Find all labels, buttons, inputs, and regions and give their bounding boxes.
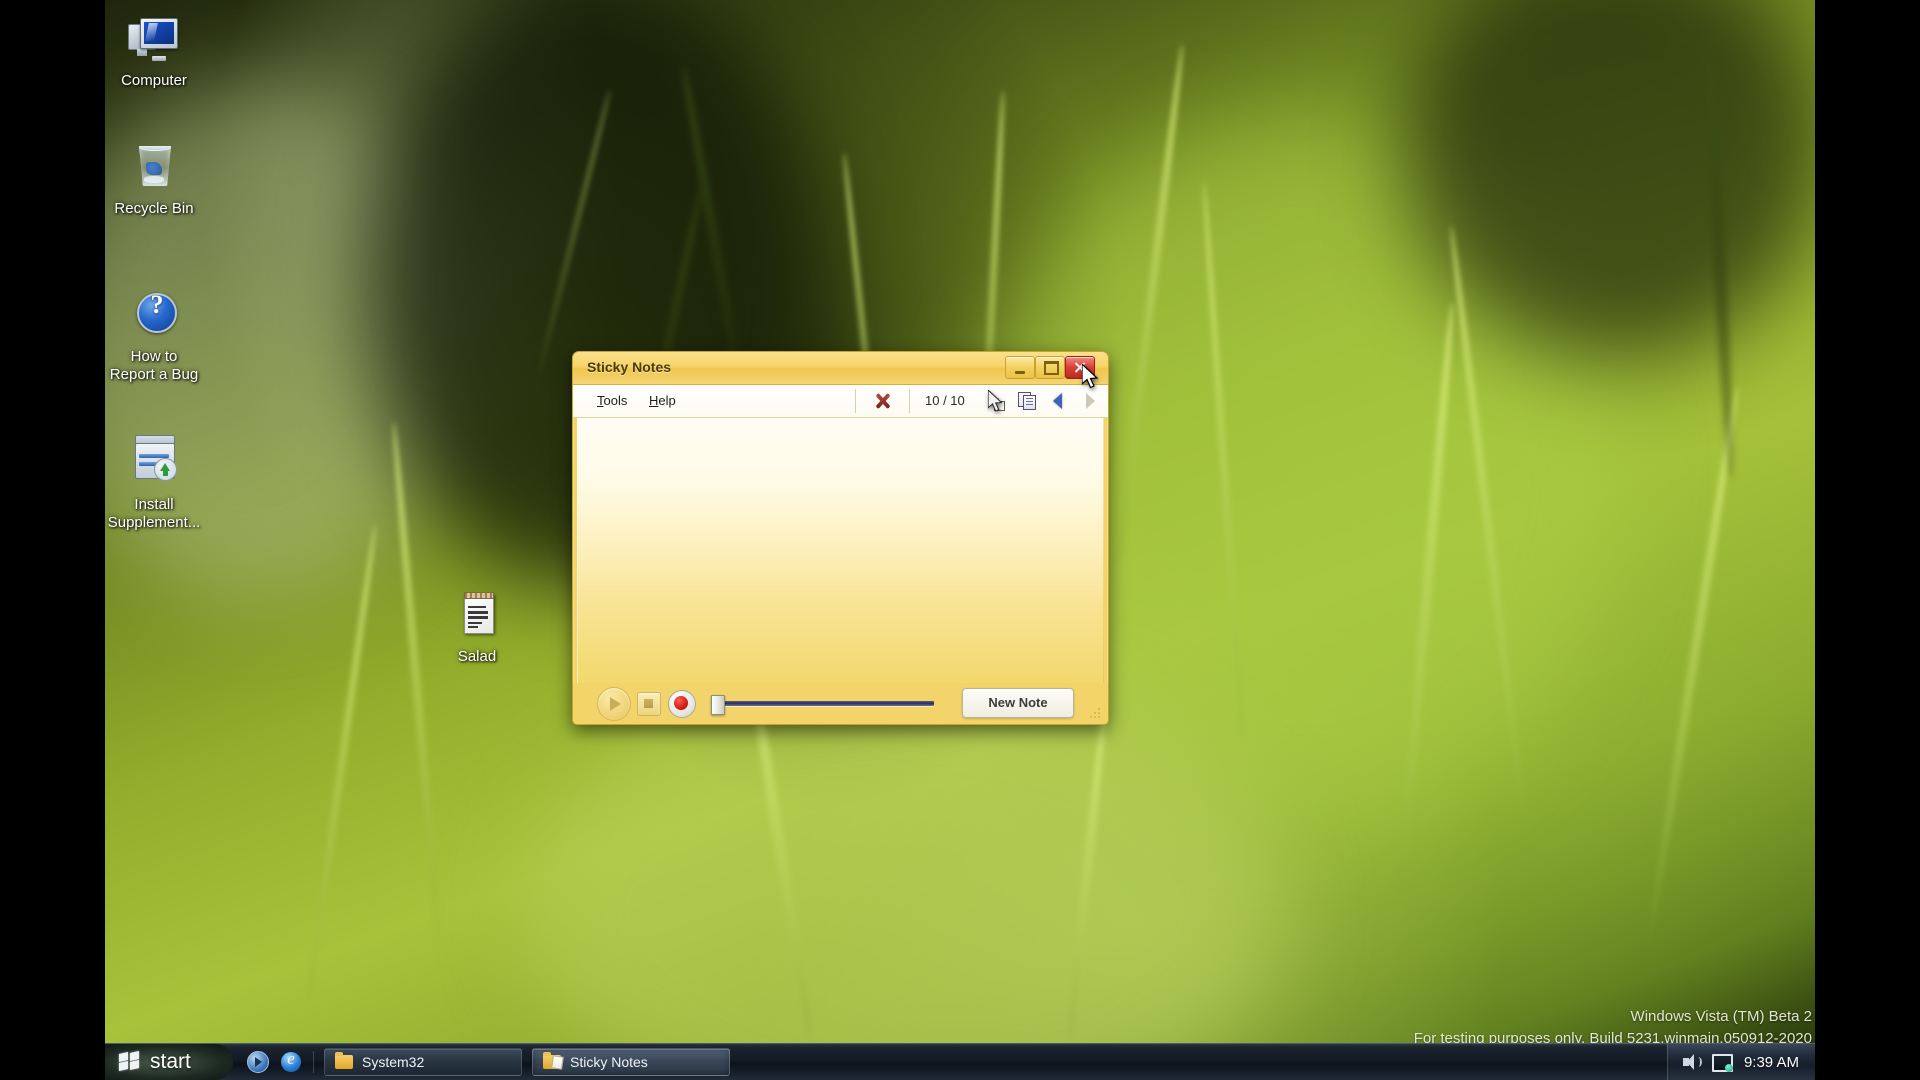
start-button-label: start	[150, 1050, 191, 1074]
desktop-icon-how-to-report-a-bug[interactable]: How to Report a Bug	[95, 292, 213, 384]
taskbar-button-system32[interactable]: System32	[324, 1048, 522, 1076]
desktop-icon-salad[interactable]: Salad	[418, 592, 536, 666]
toolbar-separator-2	[909, 389, 910, 413]
minimize-icon	[1006, 357, 1034, 378]
menu-item-help[interactable]: Help	[649, 393, 676, 408]
sticky-notes-window[interactable]: Sticky Notes Tools Help 10 / 10	[572, 351, 1109, 725]
menu-toolbar[interactable]: Tools Help 10 / 10	[573, 385, 1108, 418]
text-document-icon	[449, 592, 505, 642]
taskbar-clock[interactable]: 9:39 AM	[1744, 1054, 1799, 1071]
system-tray: 9:39 AM	[1667, 1044, 1815, 1080]
network-monitor-icon[interactable]	[1712, 1054, 1732, 1071]
taskbar-button-sticky-notes[interactable]: Sticky Notes	[532, 1048, 730, 1076]
delete-red-x-icon[interactable]	[872, 392, 894, 410]
select-pointer-icon[interactable]	[985, 391, 1007, 411]
desktop-screen: Computer Recycle Bin How to Report a Bug…	[0, 0, 1920, 1080]
play-button[interactable]	[597, 687, 631, 721]
start-button[interactable]: start	[105, 1044, 233, 1080]
window-title: Sticky Notes	[587, 359, 671, 375]
playback-slider[interactable]	[711, 696, 936, 710]
menu-item-tools[interactable]: Tools	[597, 393, 627, 408]
quick-launch-bar	[247, 1051, 314, 1073]
desktop-icon-label-line2: Report a Bug	[95, 366, 213, 384]
internet-explorer-icon[interactable]	[281, 1052, 301, 1072]
install-package-icon	[126, 440, 182, 490]
taskbar: start System32 Sticky Notes 9:39 AM	[105, 1043, 1815, 1080]
playback-toolbar: New Note	[573, 683, 1108, 725]
copy-icon[interactable]	[1017, 391, 1039, 411]
slider-track	[717, 701, 934, 706]
slider-thumb[interactable]	[711, 695, 725, 715]
recycle-bin-icon	[126, 144, 182, 194]
computer-icon	[126, 16, 182, 66]
folder-icon	[335, 1055, 353, 1069]
desktop-icon-label-line1: Install	[95, 496, 213, 514]
taskbar-button-label: Sticky Notes	[570, 1054, 648, 1070]
close-button[interactable]	[1065, 356, 1095, 379]
next-arrow-icon	[1077, 391, 1099, 411]
desktop-icon-label: Computer	[95, 72, 213, 90]
windows-flag-icon	[119, 1052, 141, 1072]
sticky-notes-icon	[543, 1055, 561, 1069]
record-button[interactable]	[668, 690, 696, 718]
taskbar-button-label: System32	[362, 1054, 424, 1070]
desktop-icon-label: Salad	[418, 648, 536, 666]
close-icon	[1066, 357, 1094, 378]
desktop-icon-recycle-bin[interactable]: Recycle Bin	[95, 144, 213, 218]
minimize-button[interactable]	[1005, 356, 1035, 379]
note-text-area[interactable]	[577, 418, 1104, 683]
desktop-icon-install-supplement[interactable]: Install Supplement...	[95, 440, 213, 532]
desktop-icon-label-line2: Supplement...	[95, 514, 213, 532]
resize-grip[interactable]	[1088, 706, 1102, 720]
menu-item-tools-rest: ools	[604, 393, 628, 408]
maximize-icon	[1036, 357, 1064, 378]
desktop-icon-computer[interactable]: Computer	[95, 16, 213, 90]
note-counter: 10 / 10	[925, 393, 965, 408]
stop-button[interactable]	[637, 692, 661, 716]
help-question-icon	[126, 292, 182, 342]
windows-media-player-icon[interactable]	[247, 1051, 269, 1073]
desktop-icon-label-line1: How to	[95, 348, 213, 366]
volume-speaker-icon[interactable]	[1682, 1054, 1700, 1070]
previous-arrow-icon[interactable]	[1049, 391, 1071, 411]
maximize-button[interactable]	[1035, 356, 1065, 379]
desktop-icon-label: Recycle Bin	[95, 200, 213, 218]
menu-item-help-rest: elp	[658, 393, 675, 408]
new-note-button[interactable]: New Note	[962, 688, 1074, 718]
window-titlebar[interactable]: Sticky Notes	[573, 352, 1108, 385]
toolbar-separator	[855, 389, 856, 413]
